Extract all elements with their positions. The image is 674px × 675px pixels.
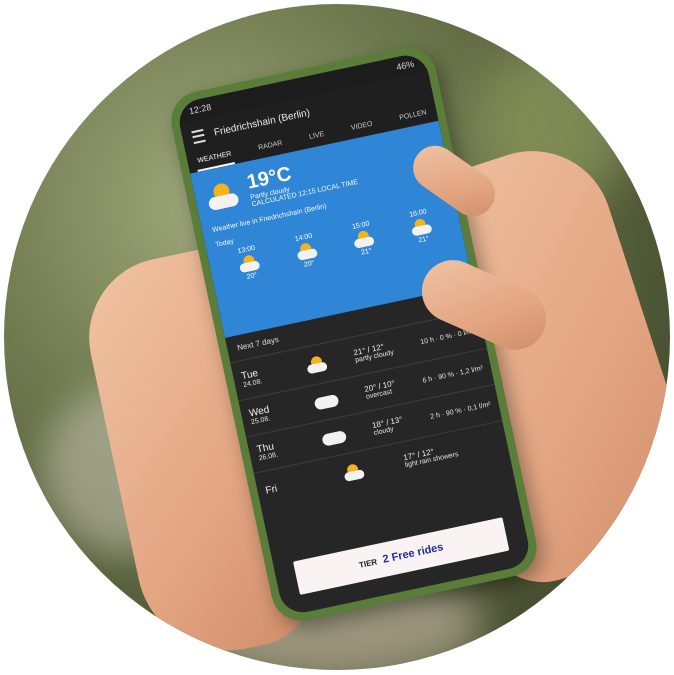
photo-background: 12:28 46% Friedrichshain (Berlin) WEATHE… [4, 4, 670, 670]
ad-brand: TIER [358, 556, 378, 570]
cloud-icon [313, 390, 340, 413]
menu-icon[interactable] [191, 128, 206, 144]
ad-headline: 2 Free rides [381, 541, 445, 566]
cloud-icon [320, 426, 348, 449]
status-time: 12:28 [188, 101, 213, 117]
hour-card[interactable]: 15:00 21° [350, 220, 377, 257]
hour-card[interactable]: 13:00 20° [236, 245, 263, 282]
sunny-cloud-icon [342, 460, 366, 484]
sunny-cloud-icon [305, 353, 329, 377]
hour-card[interactable]: 14:00 20° [293, 232, 320, 269]
partly-cloudy-icon [203, 178, 242, 213]
status-indicators: 46% [395, 58, 416, 73]
hour-card[interactable]: 16:00 21° [408, 208, 435, 245]
advertisement-banner[interactable]: TIER 2 Free rides [292, 517, 510, 595]
